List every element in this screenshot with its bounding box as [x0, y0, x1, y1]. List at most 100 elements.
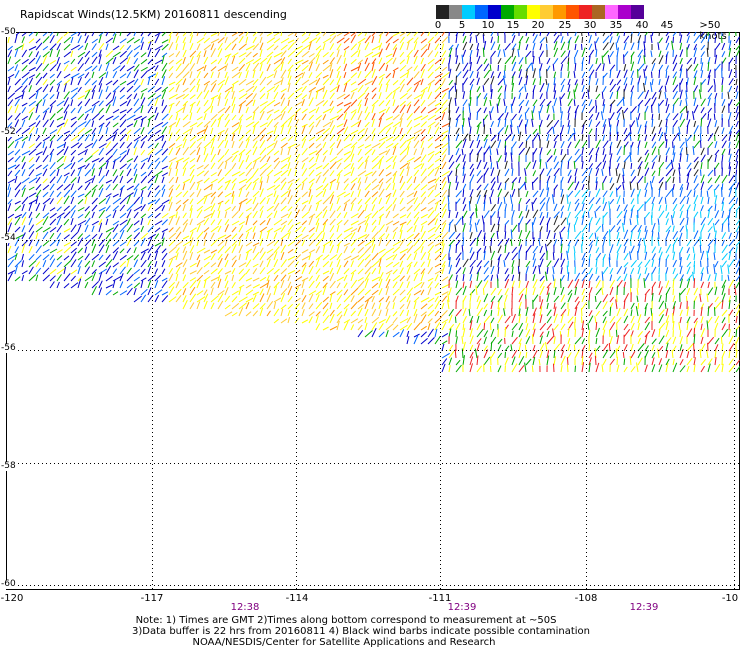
wind-barb [266, 212, 273, 219]
wind-barb [217, 245, 225, 254]
wind-barb [567, 91, 571, 100]
wind-barb [315, 115, 323, 121]
wind-barb [259, 49, 263, 58]
wind-barb [497, 85, 503, 93]
wind-barb [287, 39, 295, 44]
wind-barb [329, 156, 338, 163]
wind-barb [461, 216, 464, 226]
wind-barb [728, 148, 731, 156]
wind-barb [546, 336, 554, 345]
wind-barb [532, 279, 538, 289]
wind-barb [728, 350, 731, 359]
wind-barb [630, 176, 637, 184]
wind-barb [385, 220, 394, 226]
wind-barb [301, 113, 307, 121]
wind-barb [553, 156, 557, 163]
wind-barb [454, 316, 457, 324]
wind-barb [686, 247, 690, 254]
wind-barb [693, 34, 701, 44]
wind-barb [161, 205, 166, 212]
wind-barb [357, 92, 366, 100]
wind-barb [441, 66, 448, 72]
wind-barb [133, 84, 141, 93]
wind-barb [392, 67, 399, 72]
wind-barb [623, 252, 629, 261]
wind-barb [161, 248, 167, 254]
wind-barb [105, 43, 109, 51]
wind-barbs [7, 32, 740, 373]
wind-barb [105, 254, 111, 261]
wind-barb [350, 197, 357, 205]
wind-barb [105, 214, 112, 219]
wind-barb [63, 246, 72, 254]
wind-barb [49, 232, 55, 240]
wind-barb [406, 197, 415, 205]
wind-barb [294, 144, 301, 149]
wind-barb [14, 252, 18, 261]
wind-barb [273, 140, 278, 149]
wind-barb [175, 157, 184, 163]
wind-barb [511, 141, 517, 149]
wind-barb [35, 274, 39, 282]
wind-barb [126, 168, 132, 177]
wind-barb [280, 169, 289, 177]
wind-barb [140, 92, 144, 100]
wind-barb [329, 291, 336, 296]
wind-barb [91, 233, 98, 240]
wind-barb [413, 156, 422, 163]
wind-barb [385, 127, 392, 135]
wind-barb [518, 287, 525, 296]
wind-barb [707, 281, 710, 289]
wind-barb [623, 273, 628, 282]
wind-barb [280, 37, 290, 44]
wind-barb [637, 330, 643, 338]
wind-barb [357, 78, 367, 86]
wind-barb [469, 36, 472, 44]
wind-barb [462, 307, 467, 317]
wind-barb [294, 183, 302, 191]
wind-barb [560, 217, 567, 226]
wind-barb [336, 32, 343, 37]
wind-barb [133, 259, 139, 268]
wind-barb [504, 133, 512, 142]
wind-barb [602, 140, 609, 149]
wind-barb [350, 203, 354, 212]
wind-barb [602, 175, 607, 184]
wind-barb [371, 267, 377, 275]
wind-barb [665, 204, 668, 212]
wind-barb [56, 36, 63, 44]
wind-barb [98, 143, 107, 149]
wind-barb [679, 118, 686, 128]
wind-barb [49, 161, 56, 170]
wind-barb [524, 83, 527, 93]
wind-barb [721, 148, 726, 156]
wind-barb [161, 104, 168, 114]
wind-barb [294, 153, 301, 163]
wind-barb [343, 303, 350, 310]
wind-barb [329, 178, 336, 184]
wind-barb [658, 113, 660, 121]
wind-barb [420, 191, 426, 198]
wind-barb [119, 141, 125, 149]
wind-barb [462, 62, 469, 72]
wind-barb [21, 274, 25, 282]
wind-barb [714, 357, 717, 366]
wind-barb [371, 128, 376, 135]
wind-barb [273, 70, 278, 79]
wind-barb [49, 176, 56, 184]
wind-barb [231, 296, 238, 303]
wind-barb [364, 35, 371, 44]
wind-barb [154, 106, 158, 114]
wind-barb [126, 85, 134, 93]
wind-barb [496, 230, 499, 240]
wind-barb [147, 274, 156, 282]
wind-barb [301, 234, 309, 240]
wind-barb [707, 169, 714, 177]
wind-barb [301, 211, 310, 219]
wind-barb [483, 267, 489, 275]
wind-barb [84, 128, 93, 135]
wind-barb [56, 148, 65, 156]
wind-barb [280, 197, 287, 205]
wind-barb [441, 291, 449, 296]
wind-barb [84, 108, 93, 114]
